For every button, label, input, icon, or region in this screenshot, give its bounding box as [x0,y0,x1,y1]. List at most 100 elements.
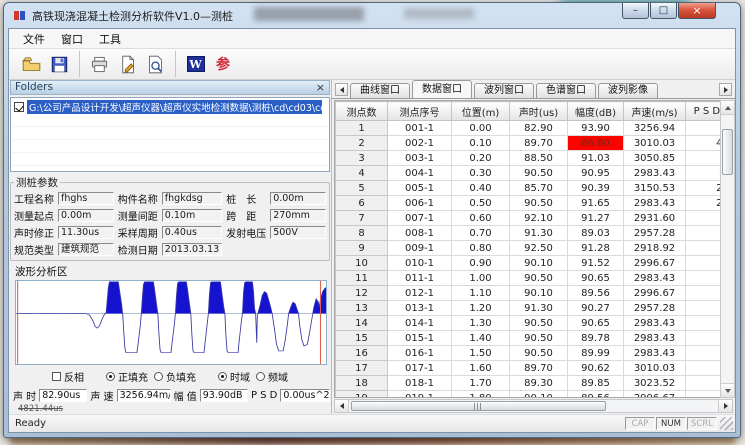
data-cell[interactable]: 90.27 [568,301,624,316]
data-cell[interactable]: 89.99 [568,346,624,361]
data-cell[interactable]: 0.00 [686,121,721,136]
data-cell[interactable]: 40.0 [686,166,721,181]
data-cell[interactable]: 1.60 [686,376,721,391]
data-cell[interactable]: 90.10 [510,286,568,301]
data-cell[interactable]: 3256.94 [624,121,686,136]
domain-radio-1-control[interactable] [256,372,265,381]
row-number-cell[interactable]: 15 [336,331,388,346]
data-cell[interactable]: 88.50 [510,151,568,166]
data-cell[interactable]: 0.60 [452,211,510,226]
menu-item-1[interactable]: 窗口 [53,29,91,49]
data-cell[interactable]: 57.6 [686,256,721,271]
data-cell[interactable]: 2996.67 [624,256,686,271]
domain-radio-0-control[interactable] [218,372,227,381]
data-cell[interactable]: 0.20 [452,151,510,166]
row-number-cell[interactable]: 9 [336,241,388,256]
param-value-field[interactable]: 0.00m [58,209,114,222]
data-cell[interactable]: 0.40 [452,181,510,196]
fill-radio-0-control[interactable] [106,372,115,381]
parameters-button[interactable]: 参 [209,51,237,77]
data-cell[interactable]: 0.00 [452,121,510,136]
table-row[interactable]: 16016-11.5090.5089.992983.430.00 [336,346,721,361]
param-value-field[interactable]: fhghs [58,192,114,205]
data-cell[interactable]: 90.50 [510,271,568,286]
table-row[interactable]: 4004-10.3090.5090.952983.4340.0 [336,166,721,181]
table-row[interactable]: 5005-10.4085.7090.393150.53230.4 [336,181,721,196]
param-value-field[interactable]: 270mm [270,209,326,222]
data-cell[interactable]: 89.70 [510,136,568,151]
open-button[interactable] [17,51,45,77]
scroll-up-icon[interactable] [721,101,734,115]
data-cell[interactable]: 90.39 [568,181,624,196]
data-cell[interactable]: 1.60 [686,271,721,286]
data-cell[interactable]: 91.28 [568,241,624,256]
data-cell[interactable]: 86.80 [568,136,624,151]
data-cell[interactable]: 013-1 [388,301,452,316]
domain-radio-1[interactable]: 频域 [256,369,288,384]
invert-checkbox[interactable]: 反相 [52,369,84,384]
param-value-field[interactable]: 0.00m [270,192,326,205]
data-cell[interactable]: 0.70 [452,226,510,241]
page-setup-button[interactable] [113,51,141,77]
file-checkbox[interactable] [14,102,24,112]
row-number-cell[interactable]: 17 [336,361,388,376]
param-value-field[interactable]: 0.10m [162,209,222,222]
vertical-scroll-thumb[interactable] [722,129,733,175]
minimize-button[interactable]: – [622,3,649,19]
data-cell[interactable]: 3010.03 [624,136,686,151]
table-row[interactable]: 11011-11.0090.5090.652983.431.60 [336,271,721,286]
data-cell[interactable]: 010-1 [388,256,452,271]
table-row[interactable]: 10010-10.9090.1091.522996.6757.6 [336,256,721,271]
data-cell[interactable]: 006-1 [388,196,452,211]
table-row[interactable]: 9009-10.8092.5091.282918.9214.4 [336,241,721,256]
row-number-cell[interactable]: 12 [336,286,388,301]
data-cell[interactable]: 90.50 [510,316,568,331]
table-row[interactable]: 1001-10.0082.9093.903256.940.00 [336,121,721,136]
data-cell[interactable]: 1.60 [452,361,510,376]
data-cell[interactable]: 89.78 [568,331,624,346]
row-number-cell[interactable]: 14 [336,316,388,331]
invert-checkbox-control[interactable] [52,372,61,381]
data-cell[interactable]: 25.6 [686,211,721,226]
scroll-right-icon[interactable] [718,400,732,412]
data-cell[interactable]: 91.65 [568,196,624,211]
data-cell[interactable]: 89.03 [568,226,624,241]
data-cell[interactable]: 3010.03 [624,361,686,376]
table-row[interactable]: 15015-11.4090.5089.782983.430.00 [336,331,721,346]
data-cell[interactable]: 2983.43 [624,316,686,331]
row-number-cell[interactable]: 1 [336,121,388,136]
data-cell[interactable]: 462.4 [686,136,721,151]
data-cell[interactable]: 14.4 [686,301,721,316]
row-number-cell[interactable]: 2 [336,136,388,151]
data-cell[interactable]: 90.10 [510,256,568,271]
data-cell[interactable]: 230.4 [686,181,721,196]
tab-0[interactable]: 曲线窗口 [350,83,410,98]
data-cell[interactable]: 90.65 [568,271,624,286]
data-cell[interactable]: 1.50 [452,346,510,361]
data-cell[interactable]: 0.90 [452,256,510,271]
row-number-cell[interactable]: 4 [336,166,388,181]
data-cell[interactable]: 14.4 [686,241,721,256]
data-cell[interactable]: 008-1 [388,226,452,241]
horizontal-scroll-thumb[interactable] [351,401,606,411]
row-number-cell[interactable]: 3 [336,151,388,166]
data-cell[interactable]: 6.40 [686,316,721,331]
maximize-button[interactable]: □ [650,3,677,19]
print-button[interactable] [79,51,113,77]
data-cell[interactable]: 0.30 [452,166,510,181]
row-number-cell[interactable]: 7 [336,211,388,226]
readout-value-1[interactable]: 3256.94m/s [117,389,171,402]
row-number-cell[interactable]: 13 [336,301,388,316]
data-cell[interactable]: 019-1 [388,391,452,399]
data-cell[interactable]: 90.50 [510,166,568,181]
data-cell[interactable]: 014-1 [388,316,452,331]
data-cell[interactable]: 1.60 [686,286,721,301]
param-value-field[interactable]: fhgkdsg [162,192,222,205]
data-cell[interactable]: 2931.60 [624,211,686,226]
close-button[interactable]: × [678,3,716,19]
data-cell[interactable]: 91.52 [568,256,624,271]
data-cell[interactable]: 89.70 [510,361,568,376]
data-cell[interactable]: 1.10 [452,286,510,301]
data-cell[interactable]: 2996.67 [624,286,686,301]
row-number-cell[interactable]: 16 [336,346,388,361]
